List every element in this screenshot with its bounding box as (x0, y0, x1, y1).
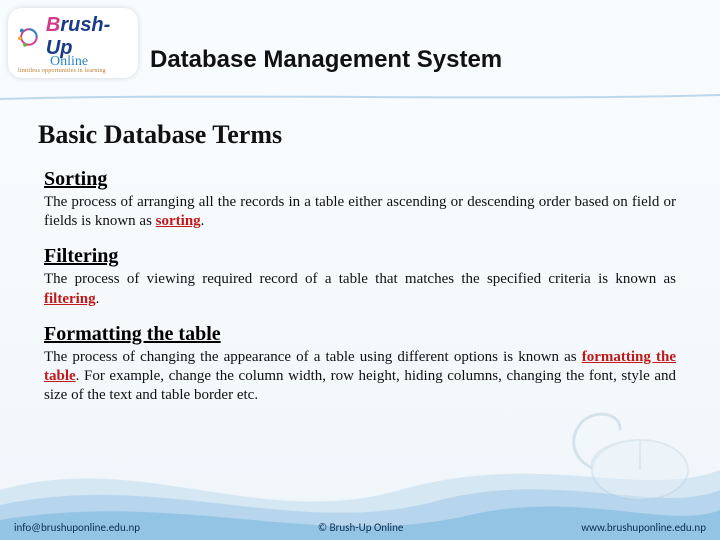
term-body-pre: The process of viewing required record o… (44, 271, 676, 287)
mouse-art (562, 408, 702, 508)
term-heading: Sorting (44, 168, 676, 191)
logo-swirl-icon (16, 23, 42, 51)
term-keyword: sorting (156, 213, 201, 229)
divider-swoosh (0, 92, 720, 100)
content-area: Sorting The process of arranging all the… (44, 168, 676, 419)
term-block: Sorting The process of arranging all the… (44, 168, 676, 231)
footer-copyright: © Brush-Up Online (140, 521, 581, 534)
term-body-post: . For example, change the column width, … (44, 368, 676, 403)
brand-prefix: B (46, 14, 60, 36)
brand-tagline: limitless opportunities in learning (16, 68, 130, 74)
term-body-pre: The process of arranging all the records… (44, 194, 676, 229)
term-body: The process of changing the appearance o… (44, 348, 676, 406)
section-heading: Basic Database Terms (38, 120, 282, 150)
term-keyword: filtering (44, 291, 96, 307)
footer: info@brushuponline.edu.np © Brush-Up Onl… (0, 521, 720, 534)
term-heading: Formatting the table (44, 323, 676, 346)
term-block: Formatting the table The process of chan… (44, 323, 676, 406)
footer-site: www.brushuponline.edu.np (581, 521, 706, 534)
term-body-pre: The process of changing the appearance o… (44, 349, 582, 365)
term-heading: Filtering (44, 245, 676, 268)
term-block: Filtering The process of viewing require… (44, 245, 676, 308)
term-body-post: . (201, 213, 205, 229)
term-body: The process of arranging all the records… (44, 193, 676, 231)
term-body: The process of viewing required record o… (44, 270, 676, 308)
page-title: Database Management System (150, 46, 502, 74)
term-body-post: . (96, 291, 100, 307)
brand-logo: Brush-Up Online limitless opportunities … (8, 8, 138, 78)
slide: Brush-Up Online limitless opportunities … (0, 0, 720, 540)
footer-email: info@brushuponline.edu.np (14, 521, 140, 534)
